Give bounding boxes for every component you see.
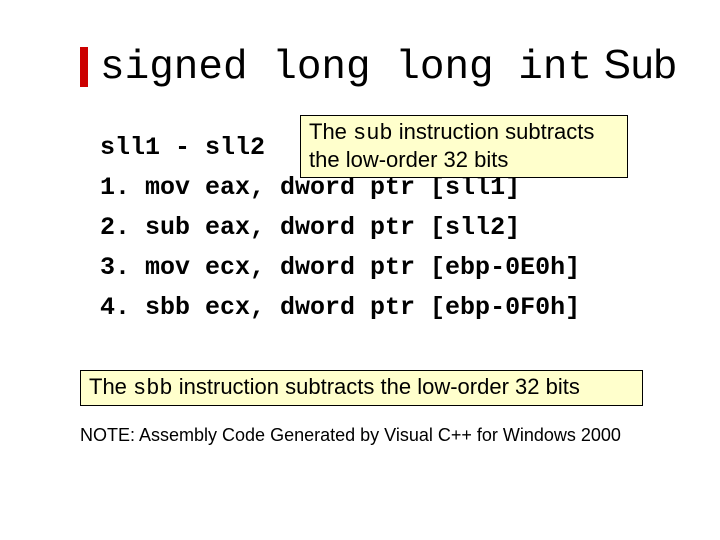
callout-sbb-pre: The (89, 374, 133, 399)
title-mono-part: signed long long int (100, 45, 592, 91)
callout-sbb-post: instruction subtracts the low-order 32 b… (173, 374, 580, 399)
title-sans-part: Sub (592, 41, 676, 87)
callout-sbb: The sbb instruction subtracts the low-or… (80, 370, 643, 406)
code-line-4: 4. sbb ecx, dword ptr [ebp-0F0h] (100, 288, 580, 328)
slide-title: signed long long int Sub (100, 44, 676, 89)
callout-sub-pre: The (309, 119, 353, 144)
code-line-3: 3. mov ecx, dword ptr [ebp-0E0h] (100, 248, 580, 288)
callout-sbb-mono: sbb (133, 376, 173, 401)
code-line-2: 2. sub eax, dword ptr [sll2] (100, 208, 580, 248)
title-accent-bar (80, 47, 88, 87)
slide-container: signed long long int Sub sll1 - sll21. m… (0, 0, 720, 540)
callout-sub: The sub instruction subtracts the low-or… (300, 115, 628, 178)
footnote: NOTE: Assembly Code Generated by Visual … (80, 425, 621, 446)
callout-sub-mono: sub (353, 121, 393, 146)
